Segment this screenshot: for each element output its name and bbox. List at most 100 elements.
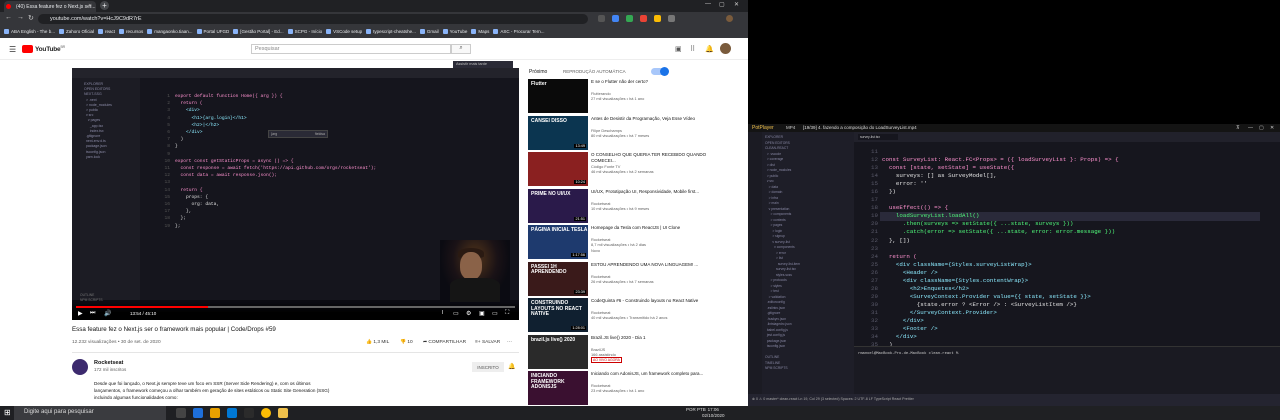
bookmark-item[interactable]: VSCode setup <box>326 29 362 35</box>
recommended-title[interactable]: O CONSELHO QUE QUERIA TER RECEBIDO QUAND… <box>591 152 731 163</box>
video-thumbnail[interactable]: CANSEI DISSO 13:49 <box>528 115 588 150</box>
file-explorer-icon[interactable] <box>210 408 220 418</box>
profile-icon[interactable] <box>726 15 733 22</box>
video-thumbnail[interactable]: CONSTRUINDO LAYOUTS NO REACT NATIVE 1:28:… <box>528 298 588 332</box>
apps-icon[interactable]: ⠿ <box>690 45 695 53</box>
settings-icon[interactable]: ⚙ <box>466 310 471 317</box>
bell-icon[interactable]: 🔔 <box>508 363 515 370</box>
chrome-icon[interactable] <box>261 408 271 418</box>
play-icon[interactable]: ▶ <box>78 310 83 317</box>
potplayer-logo[interactable]: PotPlayer <box>752 125 774 131</box>
channel-name[interactable]: Rocketseat <box>94 360 123 366</box>
recommended-video[interactable]: brazil.js live() 2020 Brazil.JS live() 20… <box>528 334 738 371</box>
maximize-icon[interactable]: ▢ <box>719 1 725 8</box>
autoplay-toggle-knob[interactable] <box>660 67 669 76</box>
share-button[interactable]: ➦ COMPARTILHAR <box>423 340 466 345</box>
recommended-title[interactable]: Iniciando com AdonisJS, um framework com… <box>591 371 731 377</box>
recommended-title[interactable]: Homepage da Tesla com ReactJS | UI Clone <box>591 225 731 231</box>
youtube-logo-icon[interactable] <box>22 45 33 53</box>
potplayer-icon[interactable] <box>278 408 288 418</box>
video-thumbnail[interactable]: PASSEI 1H APRENDENDO 23:39 <box>528 261 588 296</box>
video-thumbnail[interactable]: PÁGINA INICIAL TESLA 1:17:56 <box>528 225 588 259</box>
subscribed-button[interactable]: INSCRITO <box>472 362 504 372</box>
recommended-title[interactable]: ESTOU APRENDENDO UMA NOVA LINGUAGEM! ... <box>591 262 731 268</box>
extension-icon[interactable] <box>626 15 633 22</box>
menu-icon[interactable]: ☰ <box>9 45 16 54</box>
recommended-video[interactable]: PASSEI 1H APRENDENDO 23:39 ESTOU APRENDEND… <box>528 261 738 298</box>
clock[interactable]: 17:06 02/10/2020 <box>702 407 725 418</box>
bookmark-item[interactable]: ASC - Procurar Tern... <box>493 29 545 35</box>
taskbar-search[interactable]: Digite aqui para pesquisar <box>14 406 166 420</box>
recommended-video[interactable]: CONSTRUINDO LAYOUTS NO REACT NATIVE 1:28:… <box>528 298 738 334</box>
account-avatar[interactable] <box>720 43 731 54</box>
browser-tab[interactable]: (40) Essa feature fez o Next.js ser... <box>4 1 96 12</box>
windows-start-icon[interactable]: ⊞ <box>4 408 11 417</box>
vscode-icon[interactable] <box>227 408 237 418</box>
video-thumbnail[interactable]: PRIME NO UI/UX 21:51 <box>528 188 588 223</box>
video-thumbnail[interactable]: 10:24 <box>528 152 588 186</box>
video-thumbnail[interactable]: INICIANDO FRAMEWORK ADONISJS <box>528 371 588 405</box>
channel-avatar[interactable] <box>72 359 88 375</box>
miniplayer-icon[interactable]: ▣ <box>479 310 485 317</box>
recommended-title[interactable]: UI/UX, Prototipação UI, Responsividade, … <box>591 189 731 195</box>
editor-tab[interactable]: survey-list.tsx <box>858 134 898 140</box>
bookmark-item[interactable]: Gmail <box>419 29 439 35</box>
bookmark-item[interactable]: [Gestão Portal] - Ed... <box>233 29 284 35</box>
theater-icon[interactable]: ▭ <box>492 310 498 317</box>
bookmark-item[interactable]: Portal UFGD <box>196 29 229 35</box>
bookmark-item[interactable]: YouTube <box>442 29 467 35</box>
bookmark-item[interactable]: react <box>97 29 115 35</box>
extension-icon[interactable] <box>654 15 661 22</box>
autoplay-toggle-icon[interactable]: ⏽ <box>440 310 445 317</box>
extension-icon[interactable] <box>612 15 619 22</box>
bookmark-item[interactable]: SCPG - Início <box>287 29 322 35</box>
extension-icon[interactable] <box>668 15 675 22</box>
recommended-title[interactable]: Antes de Desistir da Programação, Veja E… <box>591 116 731 122</box>
recommended-title[interactable]: Brazil.JS live() 2020 - Dia 1 <box>591 335 731 341</box>
close-icon[interactable]: ✕ <box>1270 125 1274 131</box>
watch-later-button[interactable]: Assistir mais tarde <box>453 61 513 68</box>
edge-icon[interactable] <box>193 408 203 418</box>
back-icon[interactable]: ← <box>5 14 12 21</box>
fullscreen-icon[interactable]: ⛶ <box>505 310 509 317</box>
notifications-icon[interactable]: 🔔 <box>705 45 714 53</box>
bookmark-item[interactable]: Maps <box>471 29 489 35</box>
recommended-video[interactable]: Flutter E se o Flutter não der certo? Flut… <box>528 79 738 115</box>
like-button[interactable]: 👍 1,3 MIL <box>366 340 389 345</box>
extension-icon[interactable] <box>640 15 647 22</box>
close-window-icon[interactable]: ✕ <box>734 1 739 8</box>
recommended-video[interactable]: CANSEI DISSO 13:49 Antes de Desistir da Pr… <box>528 115 738 152</box>
captions-icon[interactable]: ▭ <box>453 310 459 317</box>
bookmark-item[interactable]: Zahoro Oficial <box>58 29 94 35</box>
recommended-video[interactable]: PÁGINA INICIAL TESLA 1:17:56 Homepage da T… <box>528 225 738 261</box>
more-actions-icon[interactable]: ⋯ <box>507 340 512 345</box>
new-tab-button[interactable]: + <box>100 1 109 10</box>
pin-icon[interactable]: ⊼ <box>1236 125 1240 131</box>
bookmark-item[interactable]: ABA English - The b... <box>4 29 55 35</box>
search-input[interactable]: Pesquisar <box>251 44 451 54</box>
forward-icon[interactable]: → <box>17 14 24 21</box>
next-icon[interactable]: ⏭ <box>90 310 95 317</box>
minimize-icon[interactable]: — <box>1248 125 1253 131</box>
create-video-icon[interactable]: ▣ <box>675 45 682 53</box>
progress-bar[interactable] <box>76 306 208 308</box>
recommended-video[interactable]: INICIANDO FRAMEWORK ADONISJS Iniciando co… <box>528 371 738 407</box>
bookmark-item[interactable]: typescript-cheatshe... <box>366 29 416 35</box>
minimize-icon[interactable]: — <box>705 1 711 7</box>
search-button[interactable]: ⌕ <box>451 44 471 54</box>
bookmark-item[interactable]: mangaonko.tiaan... <box>147 29 193 35</box>
address-bar[interactable]: youtube.com/watch?v=HcJ9C9dR7rE <box>38 14 588 24</box>
extension-icon[interactable] <box>598 15 605 22</box>
recommended-title[interactable]: CodeQuinta #6 - Construindo layouts no R… <box>591 298 731 304</box>
volume-icon[interactable]: 🔊 <box>104 310 111 317</box>
task-view-icon[interactable] <box>176 408 186 418</box>
reload-icon[interactable]: ↻ <box>28 14 34 22</box>
maximize-icon[interactable]: ▢ <box>1259 125 1264 131</box>
recommended-video[interactable]: 10:24 O CONSELHO QUE QUERIA TER RECEBIDO … <box>528 152 738 188</box>
save-button[interactable]: ≡+ SALVAR <box>475 340 500 345</box>
recommended-video[interactable]: PRIME NO UI/UX 21:51 UI/UX, Prototipação U… <box>528 188 738 225</box>
recommended-title[interactable]: E se o Flutter não der certo? <box>591 79 731 85</box>
terminal-icon[interactable] <box>244 408 254 418</box>
youtube-logo-text[interactable]: YouTubeBR <box>35 45 65 53</box>
video-thumbnail[interactable]: Flutter <box>528 79 588 113</box>
